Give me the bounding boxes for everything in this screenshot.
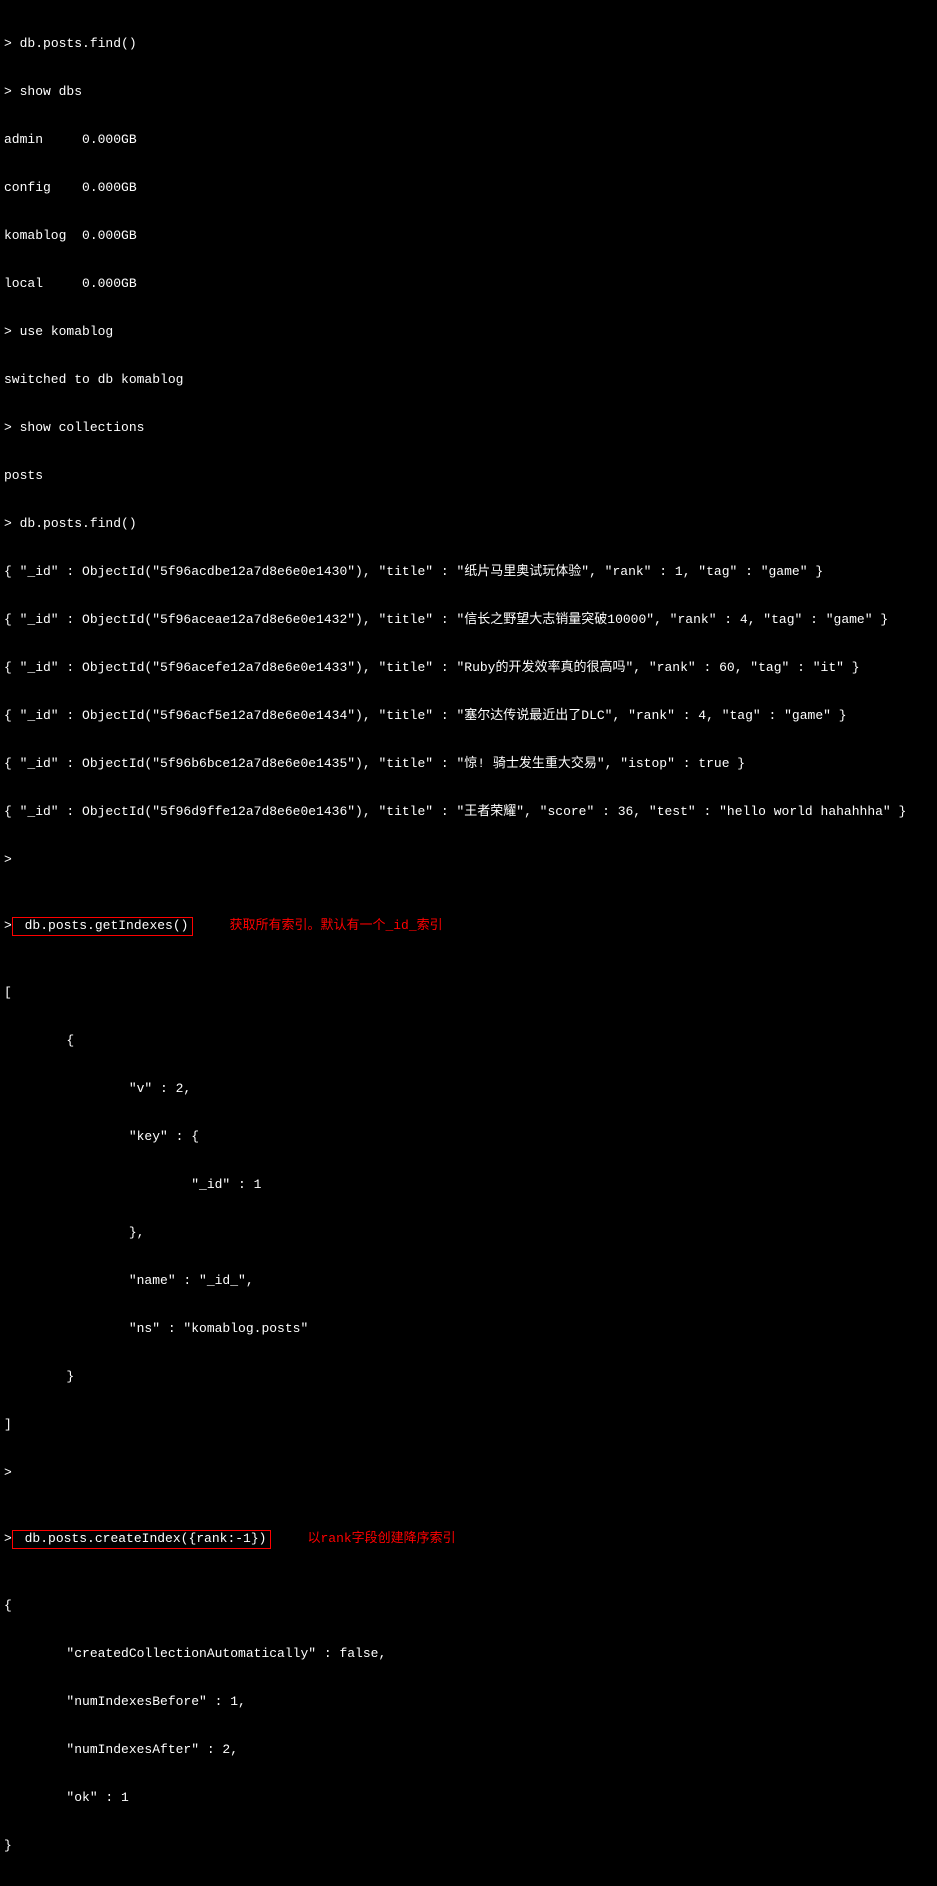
output-line: "v" : 2,: [4, 1081, 933, 1097]
command-text: db.posts.createIndex({rank:-1}): [25, 1531, 267, 1546]
terminal-window[interactable]: db.posts.find() show dbs admin 0.000GB c…: [0, 0, 937, 1886]
output-line: { "_id" : ObjectId("5f96d9ffe12a7d8e6e0e…: [4, 804, 933, 820]
output-line: }: [4, 1838, 933, 1854]
output-line: "ok" : 1: [4, 1790, 933, 1806]
command-line: show collections: [4, 420, 933, 436]
command-line: db.posts.find(): [4, 516, 933, 532]
output-line: { "_id" : ObjectId("5f96acdbe12a7d8e6e0e…: [4, 564, 933, 580]
highlighted-command: > db.posts.createIndex({rank:-1})以rank字段…: [4, 1529, 933, 1550]
output-line: },: [4, 1225, 933, 1241]
output-line: ]: [4, 1417, 933, 1433]
output-line: "key" : {: [4, 1129, 933, 1145]
output-line: "numIndexesAfter" : 2,: [4, 1742, 933, 1758]
output-line: switched to db komablog: [4, 372, 933, 388]
output-line: "name" : "_id_",: [4, 1273, 933, 1289]
annotation-text: 获取所有索引。默认有一个_id_索引: [229, 918, 442, 933]
output-line: [: [4, 985, 933, 1001]
highlight-box: db.posts.createIndex({rank:-1}): [12, 1530, 272, 1549]
output-line: "ns" : "komablog.posts": [4, 1321, 933, 1337]
command-line: use komablog: [4, 324, 933, 340]
output-line: { "_id" : ObjectId("5f96aceae12a7d8e6e0e…: [4, 612, 933, 628]
highlight-box: db.posts.getIndexes(): [12, 917, 194, 936]
output-line: "_id" : 1: [4, 1177, 933, 1193]
output-line: admin 0.000GB: [4, 132, 933, 148]
output-line: local 0.000GB: [4, 276, 933, 292]
output-line: {: [4, 1598, 933, 1614]
highlighted-command: > db.posts.getIndexes()获取所有索引。默认有一个_id_索…: [4, 916, 933, 937]
command-line: db.posts.find(): [4, 36, 933, 52]
output-line: }: [4, 1369, 933, 1385]
empty-prompt: >: [4, 1465, 933, 1481]
command-text: db.posts.getIndexes(): [25, 918, 189, 933]
output-line: "numIndexesBefore" : 1,: [4, 1694, 933, 1710]
output-line: config 0.000GB: [4, 180, 933, 196]
output-line: posts: [4, 468, 933, 484]
annotation-text: 以rank字段创建降序索引: [307, 1531, 455, 1546]
command-line: show dbs: [4, 84, 933, 100]
output-line: { "_id" : ObjectId("5f96acf5e12a7d8e6e0e…: [4, 708, 933, 724]
empty-prompt: >: [4, 852, 933, 868]
output-line: { "_id" : ObjectId("5f96acefe12a7d8e6e0e…: [4, 660, 933, 676]
output-line: komablog 0.000GB: [4, 228, 933, 244]
output-line: {: [4, 1033, 933, 1049]
output-line: { "_id" : ObjectId("5f96b6bce12a7d8e6e0e…: [4, 756, 933, 772]
output-line: "createdCollectionAutomatically" : false…: [4, 1646, 933, 1662]
